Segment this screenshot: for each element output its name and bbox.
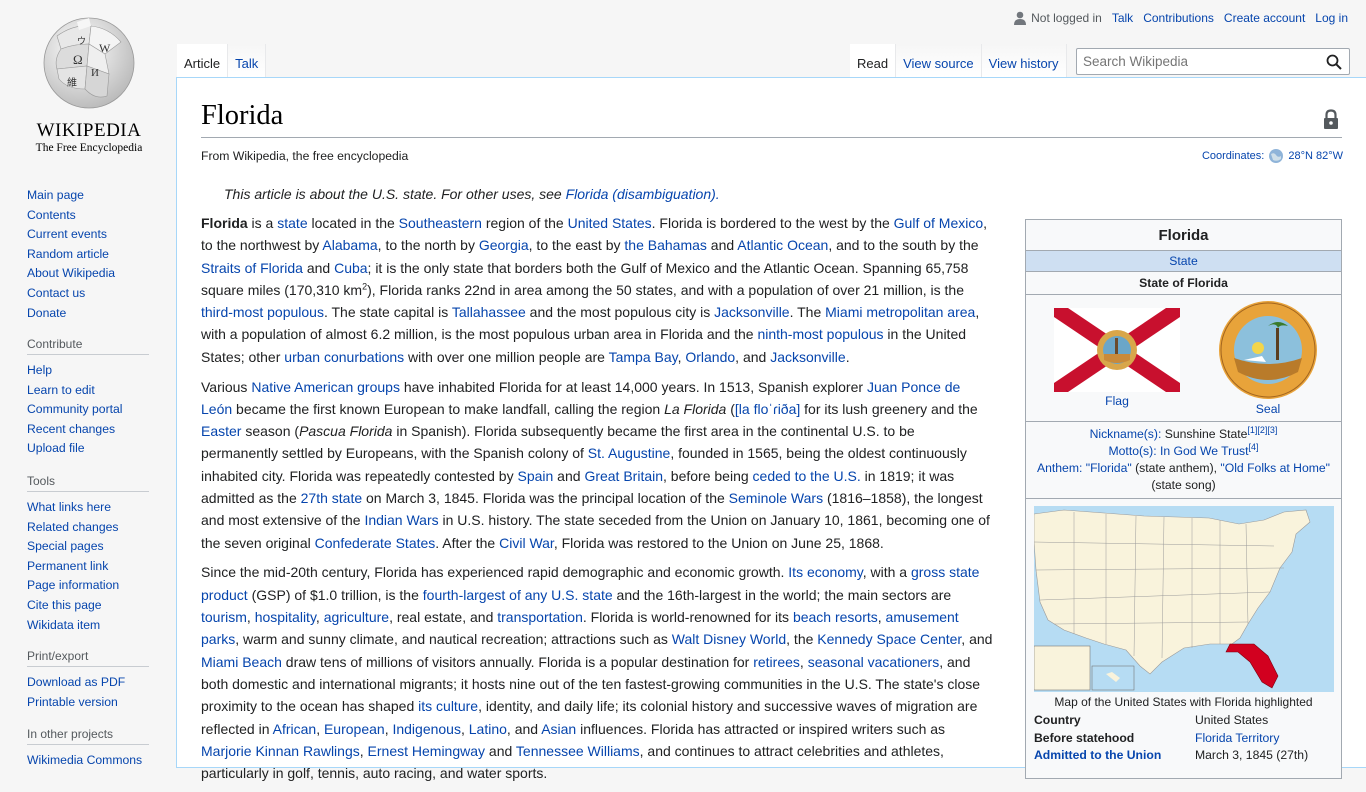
search-input[interactable] — [1077, 49, 1317, 74]
tab-view-source[interactable]: View source — [896, 44, 982, 77]
not-logged-in: Not logged in — [1014, 11, 1102, 25]
infobox-row: Admitted to the Union March 3, 1845 (27th… — [1034, 748, 1309, 762]
page-title: Florida — [201, 100, 284, 131]
projects-commons[interactable]: Wikimedia Commons — [27, 753, 142, 767]
tagline: The Free Encyclopedia — [35, 142, 143, 154]
infobox-type: State — [1026, 251, 1341, 272]
nav-current-events[interactable]: Current events — [27, 227, 107, 241]
log-in-link[interactable]: Log in — [1315, 11, 1348, 25]
personal-tools: Not logged in Talk Contributions Create … — [1014, 11, 1348, 25]
flag-caption[interactable]: Flag — [1105, 394, 1129, 408]
tools-wikidata[interactable]: Wikidata item — [27, 618, 100, 632]
print-heading: Print/export — [27, 649, 149, 667]
namespace-tabs: Article Talk — [177, 44, 267, 77]
contribute-heading: Contribute — [27, 337, 149, 355]
anthem-label[interactable]: Anthem: — [1037, 461, 1082, 475]
tools-cite[interactable]: Cite this page — [27, 598, 102, 612]
title-divider — [201, 137, 1342, 138]
tools-heading: Tools — [27, 474, 149, 492]
print-portal: Print/export Download as PDF Printable v… — [27, 649, 157, 712]
coordinates-value[interactable]: 28°N 82°W — [1288, 150, 1343, 162]
svg-text:И: И — [91, 67, 99, 79]
coordinates-label[interactable]: Coordinates: — [1202, 150, 1264, 162]
tools-special[interactable]: Special pages — [27, 539, 104, 553]
infobox-row: Before statehood Florida Territory — [1034, 730, 1280, 745]
nickname-label[interactable]: Nickname(s): — [1090, 427, 1162, 441]
contributions-link[interactable]: Contributions — [1143, 11, 1214, 25]
nav-donate[interactable]: Donate — [27, 306, 66, 320]
infobox-mottos: Nickname(s): Sunshine State[1][2][3] Mot… — [1026, 422, 1341, 499]
contribute-recent[interactable]: Recent changes — [27, 422, 115, 436]
talk-link[interactable]: Talk — [1112, 11, 1133, 25]
wikipedia-logo[interactable]: Ω W И 維 ウ WIKIPEDIA The Free Encyclopedi… — [28, 14, 150, 154]
navigation-portal: Main page Contents Current events Random… — [27, 186, 157, 323]
projects-heading: In other projects — [27, 727, 149, 745]
paragraph: Florida is a state located in the Southe… — [201, 215, 988, 365]
user-icon — [1014, 11, 1027, 25]
tab-view-history[interactable]: View history — [981, 44, 1067, 77]
hatnote: This article is about the U.S. state. Fo… — [224, 186, 720, 202]
nav-random-article[interactable]: Random article — [27, 247, 109, 261]
tools-related[interactable]: Related changes — [27, 520, 118, 534]
contribute-upload[interactable]: Upload file — [27, 441, 85, 455]
coordinates: Coordinates: 28°N 82°W — [1202, 148, 1343, 164]
tools-permanent[interactable]: Permanent link — [27, 559, 108, 573]
tools-links-here[interactable]: What links here — [27, 500, 111, 514]
tab-article[interactable]: Article — [177, 44, 229, 77]
tab-talk[interactable]: Talk — [228, 44, 267, 77]
infobox-map: Map of the United States with Florida hi… — [1026, 499, 1341, 712]
us-map-image[interactable] — [1034, 506, 1334, 692]
create-account-link[interactable]: Create account — [1224, 11, 1305, 25]
lock-icon[interactable] — [1323, 109, 1339, 129]
florida-seal-image[interactable] — [1218, 300, 1318, 400]
disambiguation-link[interactable]: Florida (disambiguation). — [566, 186, 720, 202]
site-subtitle: From Wikipedia, the free encyclopedia — [201, 149, 409, 163]
infobox-row: Country United States — [1034, 713, 1269, 727]
contribute-portal: Contribute Help Learn to edit Community … — [27, 337, 157, 459]
nav-about[interactable]: About Wikipedia — [27, 266, 115, 280]
search-box — [1076, 48, 1350, 75]
svg-text:ウ: ウ — [77, 36, 86, 47]
article-content: Florida From Wikipedia, the free encyclo… — [176, 77, 1366, 781]
contribute-help[interactable]: Help — [27, 363, 52, 377]
svg-text:維: 維 — [67, 76, 77, 89]
sidebar: Ω W И 維 ウ WIKIPEDIA The Free Encyclopedi… — [0, 0, 176, 768]
puzzle-globe-icon: Ω W И 維 ウ — [43, 17, 135, 109]
nav-contents[interactable]: Contents — [27, 208, 76, 222]
paragraph: Since the mid-20th century, Florida has … — [201, 564, 993, 782]
svg-text:Ω: Ω — [73, 52, 83, 67]
nav-contact[interactable]: Contact us — [27, 286, 85, 300]
print-pdf[interactable]: Download as PDF — [27, 675, 125, 689]
view-tabs: Read View source View history — [850, 44, 1067, 77]
motto-label[interactable]: Motto(s): — [1109, 444, 1157, 458]
globe-icon — [1269, 149, 1284, 163]
search-icon[interactable] — [1326, 54, 1342, 70]
contribute-learn[interactable]: Learn to edit — [27, 383, 95, 397]
article-body: Florida is a state located in the Southe… — [201, 212, 993, 792]
wordmark: WIKIPEDIA — [36, 120, 142, 141]
print-printable[interactable]: Printable version — [27, 695, 118, 709]
map-caption: Map of the United States with Florida hi… — [1054, 695, 1313, 709]
nav-main-page[interactable]: Main page — [27, 188, 84, 202]
paragraph: Various Native American groups have inha… — [201, 378, 990, 551]
infobox-title: Florida — [1026, 220, 1341, 251]
svg-text:W: W — [99, 41, 111, 55]
tools-portal: Tools What links here Related changes Sp… — [27, 474, 157, 635]
contribute-community[interactable]: Community portal — [27, 402, 123, 416]
infobox: Florida State State of Florida Flag Seal… — [1025, 219, 1342, 779]
tools-page-info[interactable]: Page information — [27, 578, 119, 592]
projects-portal: In other projects Wikimedia Commons — [27, 727, 157, 771]
infobox-images: Flag Seal — [1026, 295, 1341, 422]
infobox-official-name: State of Florida — [1026, 272, 1341, 295]
seal-caption[interactable]: Seal — [1256, 402, 1280, 416]
tab-read[interactable]: Read — [850, 44, 897, 77]
florida-flag-image[interactable] — [1054, 308, 1180, 392]
